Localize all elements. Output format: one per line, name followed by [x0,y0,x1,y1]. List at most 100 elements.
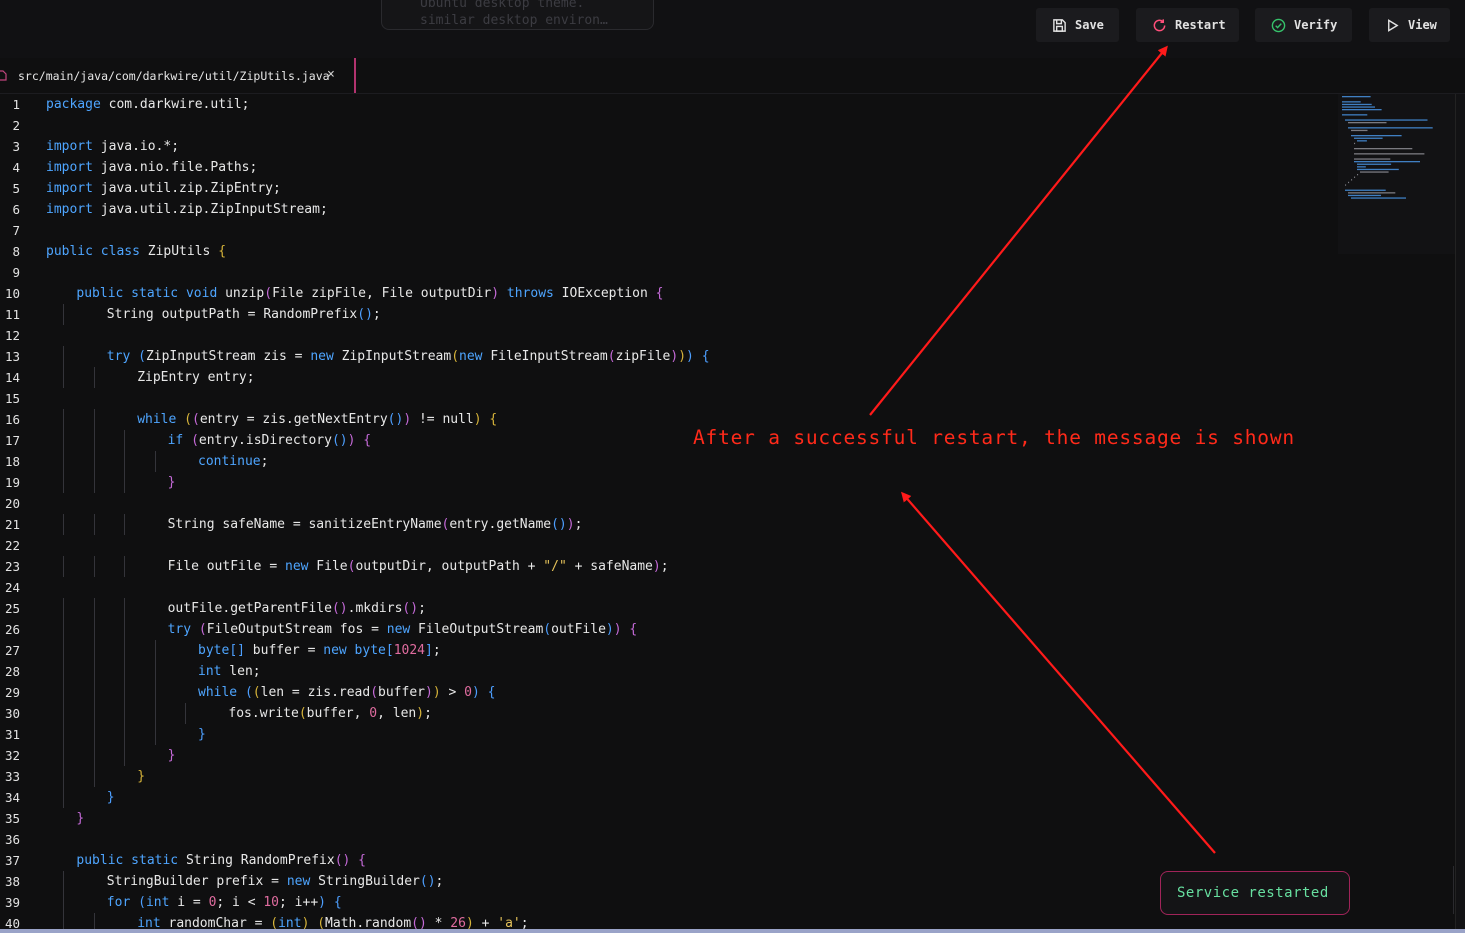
code-line[interactable]: 2 [0,115,1330,136]
code-text: } [137,766,145,787]
vertical-scrollbar[interactable] [1455,94,1465,931]
minimap-line [1357,166,1366,168]
code-line[interactable]: 25 outFile.getParentFile().mkdirs(); [0,598,1330,619]
horizontal-scrollbar[interactable] [0,929,1465,933]
code-text: } [107,787,115,808]
code-line[interactable]: 26 try (FileOutputStream fos = new FileOu… [0,619,1330,640]
code-line[interactable]: 5 import java.util.zip.ZipEntry; [0,178,1330,199]
indent-guide [63,598,65,619]
save-button[interactable]: Save [1036,8,1119,42]
editor-tab-bar: src/main/java/com/darkwire/util/ZipUtils… [0,58,1465,94]
code-token: new byte [323,643,386,658]
code-line[interactable]: 24 [0,577,1330,598]
code-text: } [198,724,206,745]
minimap-line [1354,176,1356,178]
code-line[interactable]: 7 [0,220,1330,241]
code-line[interactable]: 9 [0,262,1330,283]
code-line[interactable]: 12 [0,325,1330,346]
code-line[interactable]: 36 [0,829,1330,850]
code-token: String safeName = sanitizeEntryName [167,517,442,532]
file-tab[interactable]: src/main/java/com/darkwire/util/ZipUtils… [0,58,356,93]
code-token: } [167,748,176,763]
code-line[interactable]: 30 fos.write(buffer, 0, len); [0,703,1330,724]
code-line[interactable]: 14 ZipEntry entry; [0,367,1330,388]
code-token: { [487,685,496,700]
code-token: ( [191,412,200,427]
code-line[interactable]: 20 [0,493,1330,514]
line-number: 15 [4,391,20,406]
code-text: StringBuilder prefix = new StringBuilder… [107,871,444,892]
code-token: ; i++ [279,895,319,910]
code-token: String outputPath = RandomPrefix [106,307,358,322]
indent-guide [93,472,95,493]
code-line[interactable]: 4 import java.nio.file.Paths; [0,157,1330,178]
indent-guide [124,451,126,472]
code-line[interactable]: 21 String safeName = sanitizeEntryName(en… [0,514,1330,535]
code-text: ZipEntry entry; [137,367,254,388]
line-number: 20 [4,496,20,511]
code-text: try (ZipInputStream zis = new ZipInputSt… [107,346,710,367]
code-token: entry = zis.getNextEntry [199,412,388,427]
line-number: 4 [12,160,20,175]
code-token: fos.write [228,706,299,721]
code-token: ZipEntry entry; [137,370,255,385]
code-line[interactable]: 29 while ((len = zis.read(buffer)) > 0) { [0,682,1330,703]
indent-guide [93,661,95,682]
code-line[interactable]: 32} [0,745,1330,766]
code-token: ) [613,622,622,637]
code-token: ] [425,643,433,658]
line-number: 13 [4,349,20,364]
code-line[interactable]: 38 StringBuilder prefix = new StringBuild… [0,871,1330,892]
code-editor[interactable]: 1 package com.darkwire.util; 2 3 import java… [0,94,1455,931]
code-line[interactable]: 27 byte[] buffer = new byte[1024]; [0,640,1330,661]
code-token: { [358,853,366,868]
indent-guide [93,640,95,661]
code-token: ( [184,412,192,427]
code-line[interactable]: 10 public static void unzip(File zipFile,… [0,283,1330,304]
code-line[interactable]: 31} [0,724,1330,745]
indent-guide [93,451,95,472]
code-token: ( [451,349,460,364]
tooltip-line-1: Ubuntu desktop theme. [420,0,585,11]
code-line[interactable]: 13 try (ZipInputStream zis = new ZipInput… [0,346,1330,367]
restart-button[interactable]: Restart [1136,8,1239,42]
code-token: buffer = [244,643,324,658]
line-number: 29 [4,685,20,700]
code-token: ) [566,517,575,532]
code-text: File outFile = new File(outputDir, outpu… [168,556,669,577]
line-number: 11 [4,307,20,322]
code-line[interactable]: 37 public static String RandomPrefix() { [0,850,1330,871]
code-line[interactable]: 22 [0,535,1330,556]
code-line[interactable]: 18 continue; [0,451,1330,472]
line-number: 33 [4,769,20,784]
code-line[interactable]: 1 package com.darkwire.util; [0,94,1330,115]
code-line[interactable]: 15 [0,388,1330,409]
code-line[interactable]: 11 String outputPath = RandomPrefix(); [0,304,1330,325]
verify-button[interactable]: Verify [1255,8,1352,42]
code-token: ) [471,685,480,700]
minimap[interactable] [1338,94,1455,254]
code-line[interactable]: 6 import java.util.zip.ZipInputStream; [0,199,1330,220]
code-line[interactable]: 35} [0,808,1330,829]
code-line[interactable]: 34} [0,787,1330,808]
code-token: throws [506,286,554,301]
line-number: 30 [4,706,20,721]
code-line[interactable]: 8 public class ZipUtils { [0,241,1330,262]
code-line[interactable]: 3 import java.io.*; [0,136,1330,157]
close-tab-icon[interactable]: × [327,67,335,82]
code-line[interactable]: 28 int len; [0,661,1330,682]
indent-guide [154,703,156,724]
toast-mask [1334,866,1455,929]
indent-guide [63,367,65,388]
code-line[interactable]: 39 for (int i = 0; i < 10; i++) { [0,892,1330,913]
code-line[interactable]: 23 File outFile = new File(outputDir, out… [0,556,1330,577]
code-line[interactable]: 33} [0,766,1330,787]
code-line[interactable]: 19} [0,472,1330,493]
view-button[interactable]: View [1369,8,1450,42]
code-token: ; i < [216,895,264,910]
line-number: 31 [4,727,20,742]
code-token: ) [491,286,500,301]
top-bar: Ubuntu desktop theme. similar desktop en… [0,0,1465,58]
